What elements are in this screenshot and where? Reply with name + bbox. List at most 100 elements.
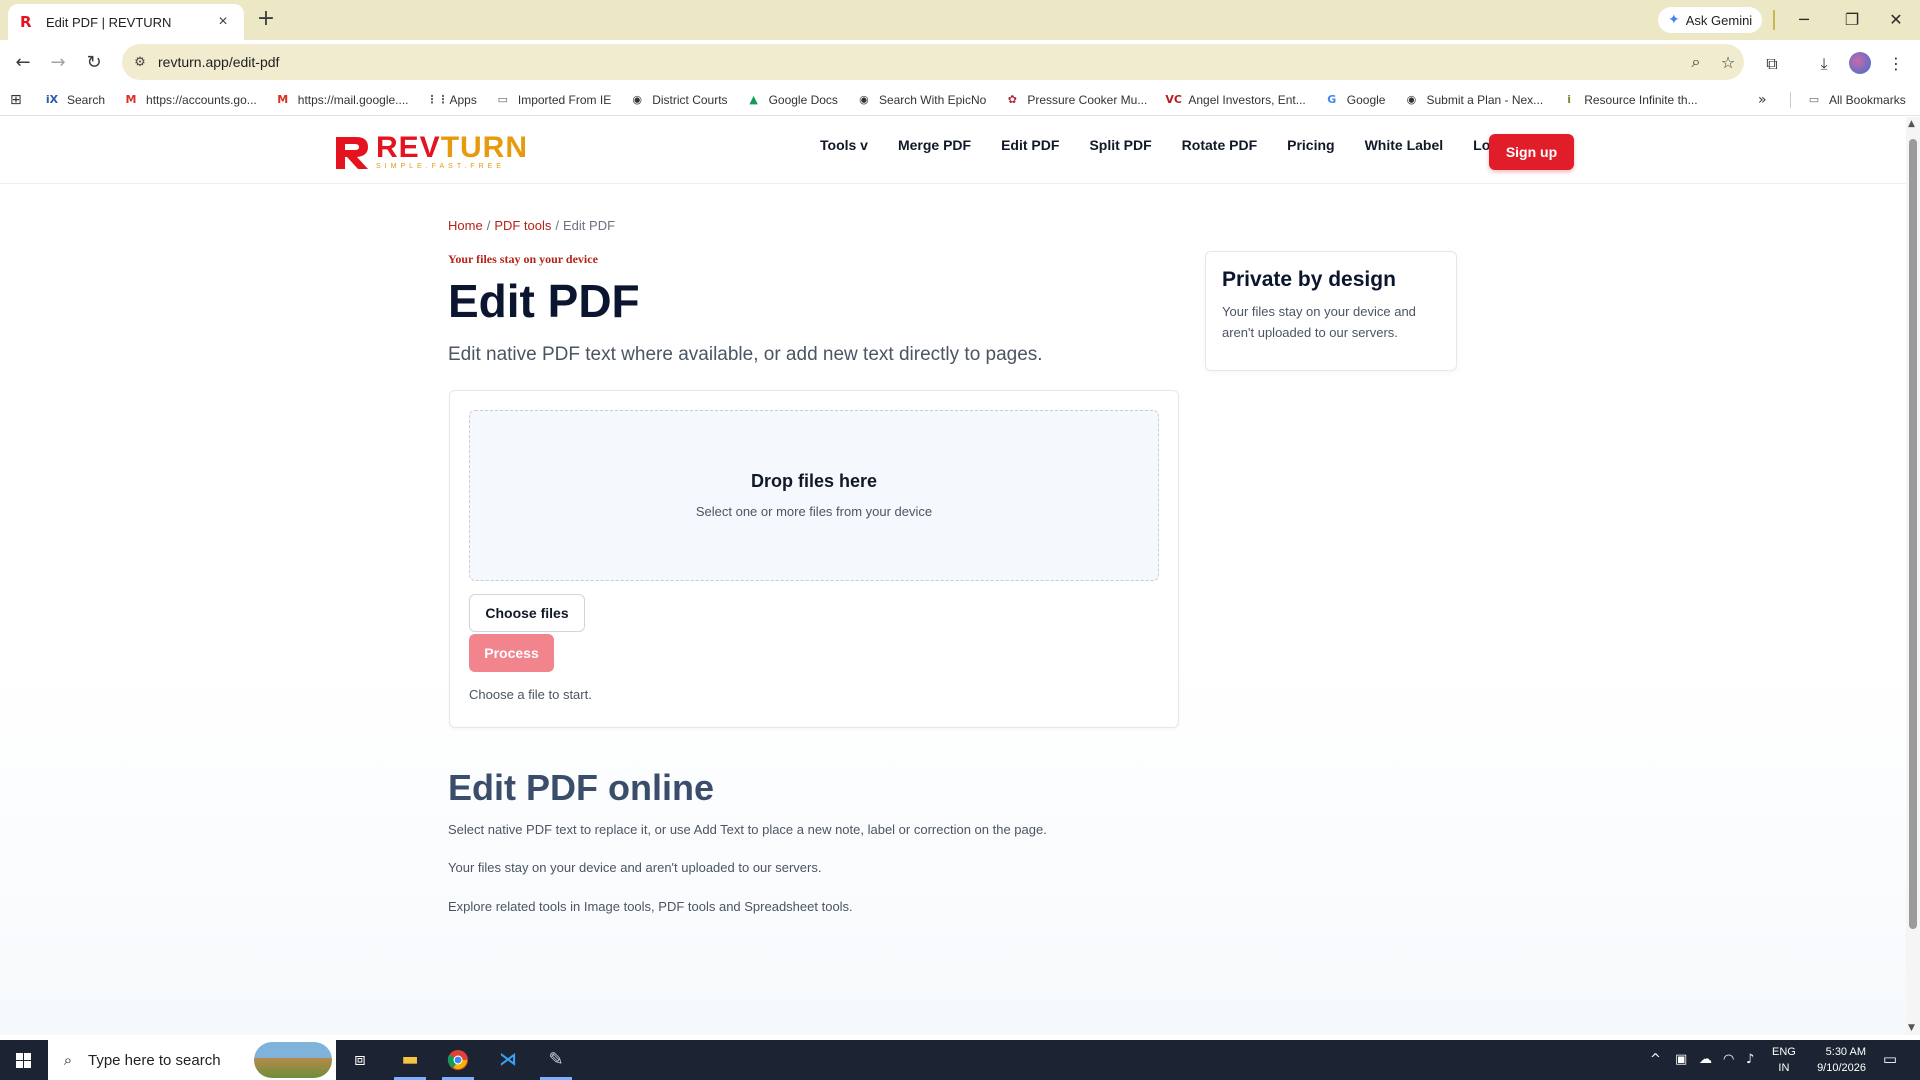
bookmark-item[interactable]: ⋮⋮ Apps — [427, 92, 477, 108]
scroll-up-icon[interactable]: ▲ — [1908, 119, 1915, 129]
scroll-down-icon[interactable]: ▼ — [1908, 1023, 1915, 1033]
address-bar[interactable]: ⚙ revturn.app/edit-pdf ⌕ ☆ — [122, 44, 1744, 80]
zoom-icon[interactable]: ⌕ — [1680, 52, 1712, 72]
bookmark-item[interactable]: i Resource Infinite th... — [1561, 92, 1697, 108]
clock-time: 5:30 AM — [1825, 1046, 1866, 1058]
restore-window-button[interactable]: ❐ — [1832, 6, 1872, 34]
volume-icon[interactable]: ♪ — [1746, 1040, 1754, 1080]
dropzone-title: Drop files here — [750, 471, 878, 491]
section-title: Edit PDF online — [448, 767, 714, 808]
task-view-icon[interactable]: ⧈ — [336, 1040, 384, 1080]
breadcrumb-home[interactable]: Home — [448, 218, 483, 233]
nav-pricing[interactable]: Pricing — [1287, 137, 1334, 153]
revturn-logo-icon — [336, 137, 368, 169]
scrollbar-thumb[interactable] — [1909, 139, 1917, 929]
site-info-icon[interactable]: ⚙ — [122, 55, 158, 70]
nav-tools[interactable]: Tools v — [820, 137, 868, 153]
bookmark-item[interactable]: iX Search — [44, 92, 105, 108]
bookmark-item[interactable]: VC Angel Investors, Ent... — [1165, 92, 1305, 108]
wifi-icon[interactable]: ◠ — [1723, 1040, 1734, 1080]
bookmark-item[interactable]: ▭ Imported From IE — [495, 92, 612, 108]
address-url[interactable]: revturn.app/edit-pdf — [158, 54, 1680, 70]
breadcrumb-current: Edit PDF — [563, 218, 616, 233]
extensions-icon[interactable]: ⧉ — [1760, 52, 1784, 76]
bookmark-item[interactable]: ▲ Google Docs — [746, 92, 838, 108]
nav-rotate-pdf[interactable]: Rotate PDF — [1182, 137, 1257, 153]
nav-split-pdf[interactable]: Split PDF — [1089, 137, 1151, 153]
bookmark-label: Pressure Cooker Mu... — [1027, 92, 1148, 107]
language-indicator[interactable]: ENG IN — [1772, 1044, 1796, 1076]
gemini-sparkle-icon: ✦ — [1668, 12, 1680, 28]
bookmark-item[interactable]: ◉ District Courts — [629, 92, 727, 108]
nav-edit-pdf[interactable]: Edit PDF — [1001, 137, 1059, 153]
bookmark-item[interactable]: Mhttps://accounts.go... — [123, 92, 257, 108]
close-tab-icon[interactable]: × — [214, 13, 232, 31]
process-button[interactable]: Process — [469, 634, 554, 672]
windows-taskbar: ⌕ Type here to search ⧈ ▬ ⋊ ✎ ^ ▣ ☁ ◠ ♪ … — [0, 1040, 1920, 1080]
taskbar-search-placeholder: Type here to search — [88, 1051, 221, 1069]
privacy-eyebrow: Your files stay on your device — [448, 252, 598, 266]
vscode-icon[interactable]: ⋊ — [484, 1040, 532, 1080]
taskbar-search[interactable]: ⌕ Type here to search — [48, 1040, 336, 1080]
clock-date: 9/10/2026 — [1817, 1062, 1866, 1074]
new-tab-button[interactable]: + — [254, 8, 278, 32]
chrome-taskbar-icon[interactable] — [434, 1040, 482, 1080]
bookmark-item[interactable]: G Google — [1324, 92, 1385, 108]
bookmark-label: Google Docs — [768, 92, 838, 107]
paint-app-icon[interactable]: ✎ — [532, 1040, 580, 1080]
bookmark-favicon-icon: ⋮⋮ — [426, 92, 449, 106]
forward-button[interactable]: → — [45, 50, 71, 76]
bookmark-favicon-icon: ◉ — [859, 92, 869, 106]
privacy-card-title: Private by design — [1222, 268, 1396, 291]
bookmark-favicon-icon: G — [1327, 92, 1337, 106]
bookmark-favicon-icon: ◉ — [632, 92, 643, 106]
back-button[interactable]: ← — [10, 50, 36, 76]
bookmark-label: https://mail.google.... — [297, 92, 409, 107]
reload-button[interactable]: ↻ — [81, 50, 107, 76]
logo-wordmark: REVTURN SIMPLE.FAST.FREE — [376, 133, 528, 171]
upload-tool-card: Drop files here Select one or more files… — [449, 390, 1179, 728]
file-explorer-icon[interactable]: ▬ — [386, 1040, 434, 1080]
bookmark-item[interactable]: ✿ Pressure Cooker Mu... — [1004, 92, 1148, 108]
notification-center-icon[interactable]: ▭ — [1880, 1050, 1900, 1070]
ask-gemini-label: Ask Gemini — [1685, 12, 1753, 28]
revturn-favicon-icon: R — [20, 13, 32, 31]
bookmark-label: Submit a Plan - Nex... — [1426, 92, 1544, 107]
profile-avatar[interactable] — [1849, 52, 1871, 74]
meet-now-icon[interactable]: ▣ — [1675, 1040, 1687, 1080]
close-window-button[interactable]: ✕ — [1876, 6, 1916, 34]
bookmark-item[interactable]: ◉ Submit a Plan - Nex... — [1403, 92, 1544, 108]
tray-overflow-icon[interactable]: ^ — [1650, 1040, 1661, 1080]
nav-white-label[interactable]: White Label — [1365, 137, 1444, 153]
search-icon: ⌕ — [63, 1051, 73, 1069]
sign-up-button[interactable]: Sign up — [1489, 134, 1574, 170]
onedrive-icon[interactable]: ☁ — [1699, 1040, 1712, 1080]
bookmark-item[interactable]: Mhttps://mail.google.... — [275, 92, 409, 108]
choose-files-button[interactable]: Choose files — [469, 594, 585, 632]
breadcrumb-pdf-tools[interactable]: PDF tools — [494, 218, 551, 233]
all-bookmarks-button[interactable]: ▭ All Bookmarks — [1806, 84, 1906, 116]
bookmark-favicon-icon: M — [277, 92, 289, 106]
bookmark-label: Imported From IE — [517, 92, 612, 107]
windows-logo-icon — [16, 1053, 31, 1068]
apps-grid-icon[interactable]: ⊞ — [10, 92, 30, 108]
nav-merge-pdf[interactable]: Merge PDF — [898, 137, 971, 153]
web-page: REVTURN SIMPLE.FAST.FREE Tools v Merge P… — [0, 117, 1906, 1035]
chrome-menu-icon[interactable]: ⋮ — [1884, 52, 1908, 76]
file-dropzone[interactable]: Drop files here Select one or more files… — [469, 410, 1159, 581]
start-button[interactable] — [0, 1040, 48, 1080]
bookmark-favicon-icon: ▭ — [497, 92, 509, 106]
bookmark-star-icon[interactable]: ☆ — [1712, 53, 1744, 72]
browser-tab-active[interactable]: R Edit PDF | REVTURN × — [8, 4, 244, 40]
page-scrollbar[interactable]: ▲ ▼ — [1906, 117, 1920, 1035]
dropzone-subtitle: Select one or more files from your devic… — [695, 504, 933, 519]
browser-toolbar: ← → ↻ ⚙ revturn.app/edit-pdf ⌕ ☆ ⧉ ⤓ ⋮ — [0, 40, 1920, 84]
download-icon[interactable]: ⤓ — [1812, 52, 1836, 76]
bookmark-item[interactable]: ◉ Search With EpicNo — [856, 92, 986, 108]
folder-icon: ▭ — [1808, 93, 1820, 106]
system-clock[interactable]: 5:30 AM 9/10/2026 — [1806, 1044, 1866, 1076]
ask-gemini-button[interactable]: ✦ Ask Gemini — [1658, 7, 1763, 33]
more-bookmarks-icon[interactable]: » — [1758, 92, 1767, 108]
revturn-logo[interactable]: REVTURN SIMPLE.FAST.FREE — [332, 133, 528, 171]
minimize-window-button[interactable]: ─ — [1784, 6, 1824, 34]
